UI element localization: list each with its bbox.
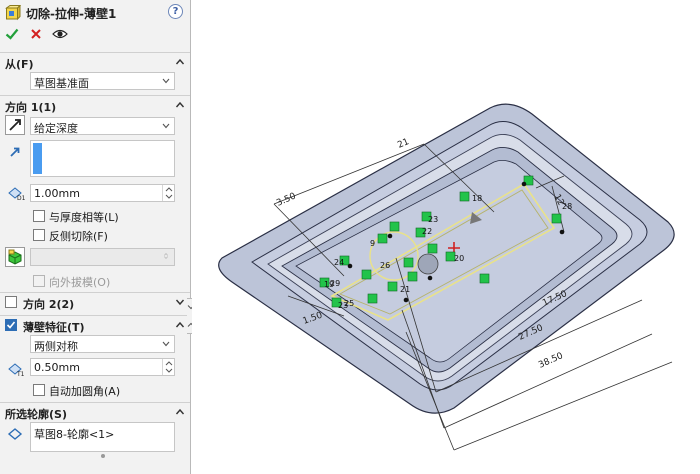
relation-label: 20 bbox=[454, 254, 464, 263]
direction-of-extrusion-icon bbox=[10, 147, 20, 157]
depth-spinbox[interactable]: 1.00mm bbox=[30, 184, 175, 202]
resize-handle-icon[interactable] bbox=[100, 453, 106, 459]
chevron-down-icon bbox=[175, 299, 185, 306]
checkbox-box bbox=[33, 229, 45, 241]
chevron-down-icon bbox=[162, 123, 170, 129]
chevron-up-icon bbox=[175, 321, 185, 328]
x-icon bbox=[31, 29, 41, 39]
chevron-down-icon bbox=[162, 78, 170, 84]
relation-label: 29 bbox=[330, 279, 340, 288]
end-condition-dropdown[interactable]: 给定深度 bbox=[30, 117, 175, 135]
thickness-value: 0.50mm bbox=[34, 361, 80, 374]
direction2-section-header[interactable]: 方向 2(2) bbox=[0, 292, 190, 312]
thin-feature-type-dropdown[interactable]: 两侧对称 bbox=[30, 335, 175, 353]
list-item[interactable]: 草图8-轮廓<1> bbox=[34, 426, 114, 442]
depth-value: 1.00mm bbox=[34, 187, 80, 200]
thickness-icon: T1 bbox=[8, 363, 25, 377]
depth-icon: D1 bbox=[8, 187, 25, 201]
thickness-spin-buttons[interactable] bbox=[162, 359, 174, 375]
reverse-direction-button[interactable] bbox=[5, 115, 25, 135]
panel-title-bar: 切除-拉伸-薄壁1 ? bbox=[0, 0, 190, 26]
relation-label: 22 bbox=[422, 227, 432, 236]
relation-label: 26 bbox=[380, 261, 390, 270]
thin-feature-checkbox[interactable] bbox=[5, 319, 17, 331]
help-button[interactable]: ? bbox=[168, 4, 183, 19]
from-start-condition-dropdown[interactable]: 草图基准面 bbox=[30, 72, 175, 90]
direction1-section-label: 方向 1(1) bbox=[5, 101, 57, 114]
cancel-button[interactable] bbox=[27, 27, 45, 45]
checkmark-icon bbox=[5, 28, 19, 40]
relation-label: 24 bbox=[334, 258, 344, 267]
thin-feature-section-header[interactable]: 薄壁特征(T) bbox=[0, 315, 190, 335]
svg-text:D1: D1 bbox=[17, 195, 25, 201]
from-section-label: 从(F) bbox=[5, 58, 34, 71]
checkbox-box bbox=[33, 384, 45, 396]
selected-contours-section-label: 所选轮廓(S) bbox=[5, 408, 67, 421]
draft-icon bbox=[8, 249, 22, 265]
action-bar bbox=[0, 26, 190, 48]
direction2-checkbox[interactable] bbox=[5, 296, 17, 308]
chevron-down-icon bbox=[162, 341, 170, 347]
relation-label: 23 bbox=[338, 301, 348, 310]
ok-button[interactable] bbox=[3, 27, 21, 45]
checkbox-box bbox=[33, 210, 45, 222]
relation-label: 18 bbox=[472, 194, 482, 203]
reverse-direction-icon bbox=[9, 119, 21, 131]
thin-feature-type-value: 两侧对称 bbox=[34, 340, 78, 353]
page-title: 切除-拉伸-薄壁1 bbox=[26, 7, 117, 21]
graphics-viewport[interactable]: 21 3.50 12 17.50 27.50 38.50 1.50 18 23 bbox=[192, 0, 700, 474]
draft-outward-label: 向外拔模(O) bbox=[49, 276, 111, 289]
relation-label: 23 bbox=[428, 215, 438, 224]
model-view[interactable]: 21 3.50 12 17.50 27.50 38.50 1.50 18 23 bbox=[192, 0, 700, 474]
eye-icon bbox=[52, 29, 68, 39]
direction1-section-header[interactable]: 方向 1(1) bbox=[0, 95, 190, 115]
relation-label: 21 bbox=[400, 285, 410, 294]
dimension-label[interactable]: 21 bbox=[396, 137, 410, 151]
from-section-header[interactable]: 从(F) bbox=[0, 52, 190, 72]
sketch-boss bbox=[417, 253, 439, 275]
chevron-up-icon bbox=[175, 58, 185, 65]
spin-arrows-icon bbox=[165, 361, 173, 373]
relation-label: 9 bbox=[370, 239, 375, 248]
chevron-up-icon bbox=[175, 101, 185, 108]
end-condition-value: 给定深度 bbox=[34, 122, 78, 135]
extruded-cut-icon bbox=[5, 5, 21, 21]
selection-focus-indicator bbox=[33, 143, 42, 174]
checkmark-icon bbox=[6, 321, 16, 329]
thickness-spinbox[interactable]: 0.50mm bbox=[30, 358, 175, 376]
contour-icon bbox=[7, 428, 23, 440]
thin-feature-section-label: 薄壁特征(T) bbox=[23, 321, 85, 334]
preview-button[interactable] bbox=[51, 27, 69, 45]
property-manager-panel: 切除-拉伸-薄壁1 ? 从(F) 草图基准面 方向 1(1) 给定深度 D1 1… bbox=[0, 0, 191, 474]
dimension-label[interactable]: 38.50 bbox=[537, 351, 565, 371]
svg-text:T1: T1 bbox=[16, 371, 25, 377]
relation-label: 28 bbox=[562, 202, 572, 211]
draft-toggle-button[interactable] bbox=[5, 247, 25, 267]
same-as-thickness-label: 与厚度相等(L) bbox=[49, 211, 119, 224]
chevron-up-icon bbox=[175, 408, 185, 415]
depth-spin-buttons[interactable] bbox=[162, 185, 174, 201]
selected-contours-list[interactable]: 草图8-轮廓<1> bbox=[30, 422, 175, 452]
draft-angle-spinbox bbox=[30, 248, 175, 266]
spin-arrows-icon bbox=[163, 253, 169, 259]
spin-arrows-icon bbox=[165, 187, 173, 199]
auto-fillet-label: 自动加圆角(A) bbox=[49, 385, 121, 398]
checkbox-box bbox=[33, 275, 45, 287]
from-start-condition-value: 草图基准面 bbox=[34, 77, 89, 90]
flip-side-to-cut-label: 反侧切除(F) bbox=[49, 230, 108, 243]
direction-of-extrusion-selection-box[interactable] bbox=[30, 140, 175, 177]
dimension-label[interactable]: 3.50 bbox=[275, 191, 298, 208]
direction2-section-label: 方向 2(2) bbox=[23, 298, 75, 311]
selected-contours-section-header[interactable]: 所选轮廓(S) bbox=[0, 402, 190, 422]
